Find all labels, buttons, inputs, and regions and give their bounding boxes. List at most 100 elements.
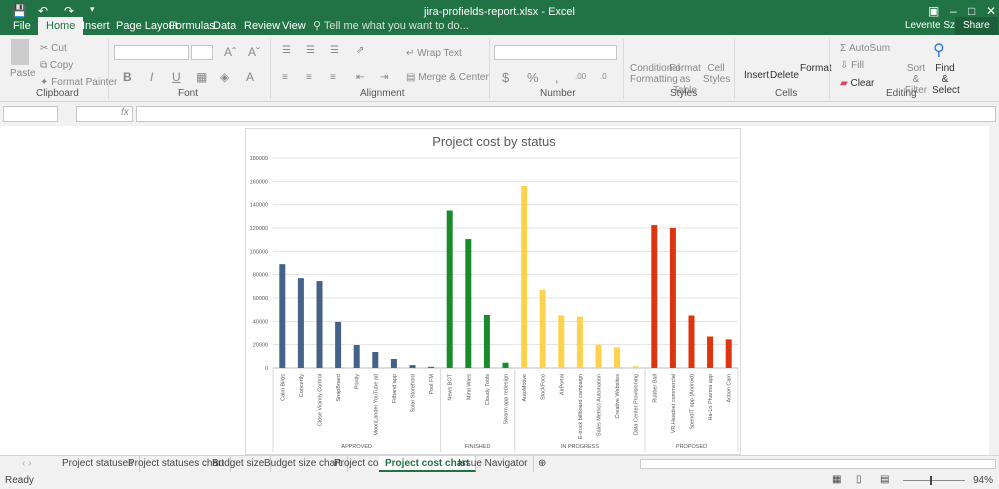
- tab-data[interactable]: Data: [213, 17, 236, 35]
- bar[interactable]: [595, 344, 602, 368]
- bar[interactable]: [558, 315, 565, 369]
- italic-button[interactable]: I: [150, 70, 153, 84]
- insert-cells-button[interactable]: Insert: [744, 70, 769, 81]
- align-right-icon[interactable]: ≡: [330, 72, 336, 83]
- bar[interactable]: [279, 264, 286, 368]
- conditional-formatting-button[interactable]: Conditional Formatting: [630, 63, 680, 85]
- sheet-tab[interactable]: Issue Navigator: [452, 456, 535, 472]
- bar[interactable]: [409, 365, 416, 368]
- increase-decimal-icon[interactable]: .00: [575, 72, 586, 81]
- align-bottom-icon[interactable]: ☰: [330, 45, 339, 56]
- align-left-icon[interactable]: ≡: [282, 72, 288, 83]
- increase-indent-icon[interactable]: ⇥: [380, 72, 388, 83]
- bar[interactable]: [372, 352, 379, 368]
- bar[interactable]: [390, 359, 397, 368]
- copy-button[interactable]: ⧉ Copy: [40, 60, 73, 71]
- wrap-text-button[interactable]: ↵ Wrap Text: [406, 48, 462, 59]
- bar[interactable]: [353, 345, 360, 368]
- bar[interactable]: [688, 315, 695, 369]
- bar[interactable]: [632, 366, 639, 368]
- bar[interactable]: [539, 289, 546, 368]
- bar[interactable]: [465, 239, 472, 368]
- currency-button[interactable]: $: [502, 70, 509, 85]
- share-button[interactable]: Share: [955, 17, 998, 35]
- tab-home[interactable]: Home: [38, 17, 84, 35]
- formula-input[interactable]: [136, 106, 996, 122]
- bar[interactable]: [669, 228, 676, 368]
- y-tick-label: 120000: [250, 226, 268, 232]
- fill-color-icon[interactable]: ◈: [220, 70, 229, 84]
- maximize-icon[interactable]: □: [968, 4, 975, 18]
- format-cells-button[interactable]: Format: [800, 63, 832, 74]
- merge-center-button[interactable]: ▤ Merge & Center: [406, 72, 489, 83]
- percent-button[interactable]: %: [527, 70, 539, 85]
- tab-review[interactable]: Review: [244, 17, 280, 35]
- page-break-view-icon[interactable]: ▤: [880, 474, 889, 485]
- tell-me-input[interactable]: ⚲ Tell me what you want to do...: [313, 17, 469, 35]
- prev-sheet-icon[interactable]: ‹ ›: [16, 456, 37, 472]
- font-color-icon[interactable]: A: [246, 70, 254, 84]
- bar[interactable]: [297, 278, 304, 368]
- normal-view-icon[interactable]: ▦: [832, 474, 841, 485]
- find-select-button[interactable]: Find & Select: [932, 63, 960, 96]
- page-layout-view-icon[interactable]: ▯: [856, 474, 862, 485]
- zoom-level[interactable]: 94%: [973, 475, 993, 486]
- cut-button[interactable]: ✂ Cut: [40, 43, 67, 54]
- orientation-icon[interactable]: ⇗: [356, 45, 364, 56]
- bar[interactable]: [614, 347, 621, 368]
- bar[interactable]: [316, 281, 323, 368]
- font-size-input[interactable]: [191, 45, 213, 60]
- vertical-scrollbar[interactable]: [989, 126, 999, 455]
- chart[interactable]: Project cost by status 0 20000 40000 60000 8…: [245, 128, 741, 455]
- align-middle-icon[interactable]: ☰: [306, 45, 315, 56]
- shrink-font-icon[interactable]: Aˇ: [248, 45, 260, 59]
- bar[interactable]: [707, 336, 714, 369]
- y-tick-label: 140000: [250, 203, 268, 209]
- add-sheet-icon[interactable]: ⊕: [532, 456, 552, 472]
- bar[interactable]: [576, 316, 583, 368]
- paste-button[interactable]: Paste: [10, 68, 36, 79]
- x-tick-label: Ha-Lo Pharma app: [708, 374, 714, 420]
- zoom-slider-thumb[interactable]: [930, 476, 932, 485]
- comma-button[interactable]: ,: [555, 70, 559, 85]
- bar[interactable]: [502, 362, 509, 368]
- insert-function-button[interactable]: fx: [76, 106, 133, 122]
- close-icon[interactable]: ✕: [986, 4, 996, 18]
- number-format-select[interactable]: [494, 45, 617, 60]
- align-center-icon[interactable]: ≡: [306, 72, 312, 83]
- bar[interactable]: [651, 225, 658, 368]
- bar[interactable]: [483, 314, 490, 368]
- borders-icon[interactable]: ▦: [196, 70, 207, 84]
- decrease-indent-icon[interactable]: ⇤: [356, 72, 364, 83]
- zoom-slider[interactable]: [903, 480, 965, 481]
- status-text: Ready: [5, 475, 34, 486]
- autosum-button[interactable]: Σ AutoSum: [840, 43, 890, 54]
- bar[interactable]: [521, 186, 528, 368]
- grow-font-icon[interactable]: Aˆ: [224, 45, 236, 59]
- align-top-icon[interactable]: ☰: [282, 45, 291, 56]
- ribbon-display-icon[interactable]: ▣: [928, 4, 939, 18]
- x-tick-label: Rubber Ball: [652, 374, 658, 403]
- bar[interactable]: [428, 366, 435, 368]
- x-tick-label: Creative Websites: [615, 374, 621, 419]
- bold-button[interactable]: B: [123, 70, 132, 84]
- cell-styles-button[interactable]: Cell Styles: [703, 63, 730, 85]
- decrease-decimal-icon[interactable]: .0: [600, 72, 607, 81]
- tab-insert[interactable]: Insert: [82, 17, 110, 35]
- delete-cells-button[interactable]: Delete: [770, 70, 799, 81]
- bar[interactable]: [335, 321, 342, 368]
- clear-button[interactable]: ▰ Clear: [840, 78, 874, 89]
- bar[interactable]: [446, 210, 453, 369]
- bar[interactable]: [725, 339, 732, 368]
- name-box[interactable]: [3, 106, 58, 122]
- font-name-input[interactable]: [114, 45, 189, 60]
- x-tick-label: E-truck billboard campaign: [578, 374, 584, 439]
- horizontal-scrollbar[interactable]: [640, 459, 996, 469]
- minimize-icon[interactable]: –: [950, 4, 957, 18]
- tab-view[interactable]: View: [282, 17, 306, 35]
- tab-file[interactable]: File: [13, 17, 31, 35]
- underline-button[interactable]: U: [172, 70, 181, 84]
- tab-formulas[interactable]: Formulas: [169, 17, 215, 35]
- fill-button[interactable]: ⇩ Fill: [840, 60, 864, 71]
- format-painter-button[interactable]: ✦ Format Painter: [40, 77, 117, 88]
